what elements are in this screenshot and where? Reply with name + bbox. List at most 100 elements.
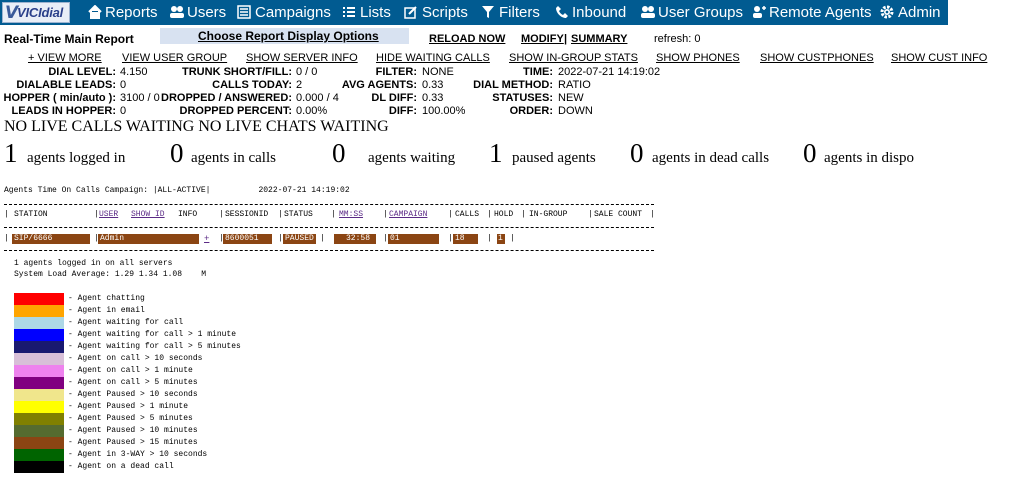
count-label: agents in dispo: [824, 150, 914, 166]
count-number: 0: [630, 138, 644, 168]
report-title-line: Agents Time On Calls Campaign: |ALL-ACTI…: [4, 186, 350, 195]
header-status: STATUS: [284, 210, 313, 219]
stat-value: 0.33: [422, 79, 444, 91]
header-ingroup: IN-GROUP: [529, 210, 568, 219]
nav-lists-label: Lists: [360, 4, 391, 21]
phone-icon: [556, 6, 568, 18]
stat-value: 4.150: [120, 66, 148, 78]
stat-value: RATIO: [558, 79, 591, 91]
legend-label: - Agent Paused > 10 seconds: [68, 390, 198, 399]
stat-label: LEADS IN HOPPER:: [11, 105, 116, 117]
modify-link[interactable]: MODIFY: [521, 33, 564, 45]
count-number: 1: [4, 138, 18, 168]
count-label: paused agents: [512, 150, 596, 166]
show-custphones-link[interactable]: SHOW CUSTPHONES: [760, 52, 874, 64]
count-label: agents waiting: [368, 150, 456, 166]
view-user-group-link[interactable]: VIEW USER GROUP: [122, 52, 227, 64]
stat-value: 0.00%: [296, 105, 328, 117]
cell-station: SIP/6666: [12, 234, 90, 244]
col-separator: |: [521, 210, 526, 219]
view-more-link[interactable]: + VIEW MORE: [28, 52, 102, 64]
no-live-calls-banner: NO LIVE CALLS WAITING NO LIVE CHATS WAIT…: [4, 118, 389, 135]
header-user-sort[interactable]: USER: [99, 210, 118, 219]
table-divider: [4, 227, 654, 228]
legend-swatch: [14, 389, 64, 401]
stat-label: TIME:: [523, 66, 553, 78]
reload-now-link[interactable]: RELOAD NOW: [429, 33, 505, 45]
legend-swatch: [14, 329, 64, 341]
agent-info-plus-link[interactable]: +: [204, 234, 209, 244]
header-show-id-link[interactable]: SHOW ID: [131, 210, 165, 219]
stat-label: DL DIFF:: [371, 92, 417, 104]
cell-mmss: 32:58: [334, 234, 376, 244]
count-label: agents in dead calls: [652, 150, 770, 166]
legend-label: - Agent in 3-WAY > 10 seconds: [68, 450, 208, 459]
legend-label: - Agent on call > 1 minute: [68, 366, 193, 375]
col-separator: |: [487, 210, 492, 219]
count-label: agents in calls: [191, 150, 276, 166]
header-hold: HOLD: [494, 210, 514, 219]
stat-label: DIFF:: [388, 105, 417, 117]
hide-waiting-calls-link[interactable]: HIDE WAITING CALLS: [376, 52, 490, 64]
home-icon: [88, 5, 102, 19]
cell-campaign: 01: [388, 234, 439, 244]
vicidial-logo[interactable]: V VICIdial: [2, 2, 70, 23]
stat-value: 3100 / 0: [120, 92, 160, 104]
legend-swatch: [14, 437, 64, 449]
legend-label: - Agent waiting for call: [68, 318, 184, 327]
count-number: 0: [803, 138, 817, 168]
legend-swatch: [14, 293, 64, 305]
show-phones-link[interactable]: SHOW PHONES: [656, 52, 740, 64]
stat-label: DIAL METHOD:: [473, 79, 553, 91]
show-server-info-link[interactable]: SHOW SERVER INFO: [246, 52, 358, 64]
nav-scripts-label: Scripts: [422, 4, 468, 21]
count-number: 0: [170, 138, 184, 168]
stat-value: 0.000 / 4: [296, 92, 339, 104]
legend-label: - Agent waiting for call > 1 minute: [68, 330, 237, 339]
stat-value: 0: [120, 79, 127, 91]
count-number: 0: [332, 138, 346, 168]
legend-label: - Agent in email: [68, 306, 145, 315]
system-load-average: System Load Average: 1.29 1.34 1.08 M: [14, 270, 207, 279]
legend-label: - Agent on a dead call: [68, 462, 174, 471]
stat-label: DROPPED PERCENT:: [179, 105, 292, 117]
user-group-icon: [641, 6, 655, 18]
legend-label: - Agent Paused > 15 minutes: [68, 438, 198, 447]
list-box-icon: [237, 5, 251, 19]
users-icon: [170, 6, 184, 18]
legend-swatch: [14, 341, 64, 353]
header-calls: CALLS: [455, 210, 480, 219]
nav-remote-agents-label: Remote Agents: [769, 4, 872, 21]
legend-swatch: [14, 305, 64, 317]
summary-link[interactable]: SUMMARY: [571, 33, 627, 45]
stat-value: 0 / 0: [296, 66, 318, 78]
stat-label: DIAL LEVEL:: [48, 66, 116, 78]
legend-swatch: [14, 413, 64, 425]
col-separator: |: [448, 210, 453, 219]
stat-value: NONE: [422, 66, 454, 78]
legend-label: - Agent Paused > 10 minutes: [68, 426, 198, 435]
filter-icon: [482, 6, 494, 18]
legend-swatch: [14, 317, 64, 329]
col-separator: |: [588, 210, 593, 219]
show-ingroup-stats-link[interactable]: SHOW IN-GROUP STATS: [509, 52, 638, 64]
refresh-indicator: refresh: 0: [654, 33, 701, 45]
logo-text: VICIdial: [17, 5, 64, 20]
stat-value: NEW: [558, 92, 584, 104]
legend-label: - Agent waiting for call > 5 minutes: [68, 342, 241, 351]
col-separator: |: [320, 234, 325, 243]
header-mmss-sort[interactable]: MM:SS: [339, 210, 363, 219]
header-campaign-sort[interactable]: CAMPAIGN: [389, 210, 427, 219]
header-sale-count: SALE COUNT: [594, 210, 643, 219]
col-separator: |: [4, 234, 9, 243]
count-number: 1: [489, 138, 503, 168]
nav-inbound-label: Inbound: [572, 4, 627, 21]
choose-report-options-link[interactable]: Choose Report Display Options: [198, 29, 379, 43]
remote-agent-icon: [753, 6, 766, 18]
count-label: agents logged in: [27, 150, 126, 166]
col-separator: |: [278, 210, 283, 219]
stat-value: DOWN: [558, 105, 593, 117]
show-cust-info-link[interactable]: SHOW CUST INFO: [891, 52, 987, 64]
nav-admin-label: Admin: [898, 4, 941, 21]
col-separator: |: [383, 210, 388, 219]
